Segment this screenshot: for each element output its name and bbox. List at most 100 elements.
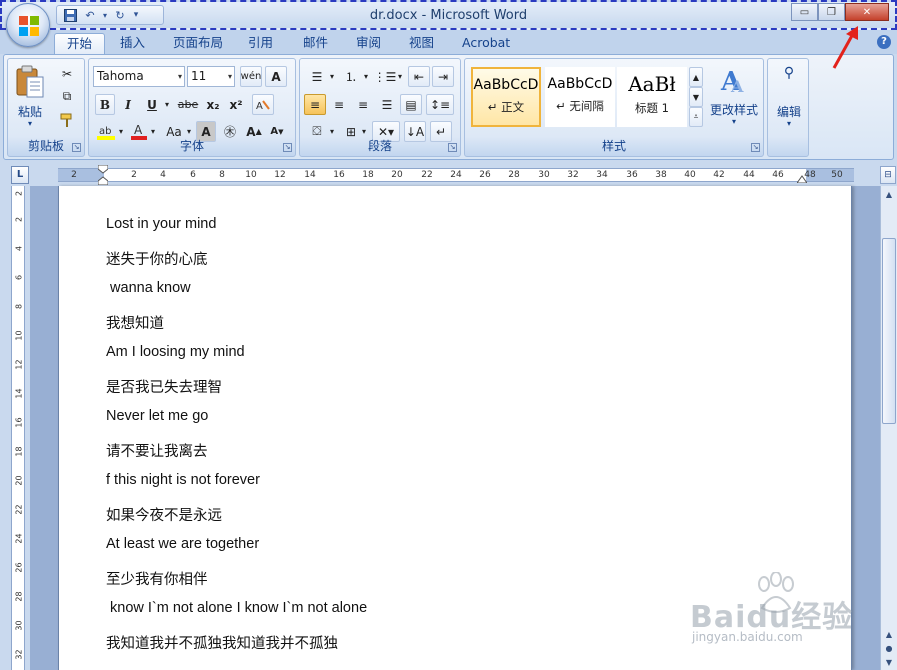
document-line[interactable]: 迷失于你的心底	[106, 248, 208, 269]
numbering-dropdown-icon[interactable]: ▾	[362, 66, 370, 87]
bullets-dropdown-icon[interactable]: ▾	[328, 66, 336, 87]
document-line[interactable]: Am I loosing my mind	[106, 344, 245, 360]
svg-text:ab: ab	[99, 126, 111, 137]
change-styles-button[interactable]: A A 更改样式 ▾	[707, 65, 761, 135]
tab-home[interactable]: 开始	[54, 33, 106, 54]
document-line[interactable]: Never let me go	[106, 408, 208, 424]
styles-scroll-down-icon[interactable]: ▼	[689, 87, 703, 107]
editing-dropdown-icon[interactable]: ▾	[770, 119, 808, 128]
font-group-label: 字体	[179, 139, 204, 153]
vertical-ruler[interactable]: 2 2 4 6 8 10 12 14 16 18 20 22 24 26 28 …	[11, 186, 25, 670]
tab-selector-icon[interactable]: L	[11, 166, 29, 184]
minimize-button[interactable]: ▭	[791, 3, 818, 21]
ruler-tick: 18	[362, 170, 374, 180]
customize-qat-icon[interactable]: ▾	[131, 7, 141, 23]
paste-button[interactable]: 粘贴 ▾	[14, 63, 46, 133]
change-styles-dropdown-icon[interactable]: ▾	[707, 117, 761, 126]
multilevel-dropdown-icon[interactable]: ▾	[396, 66, 404, 87]
align-left-icon[interactable]: ≡	[304, 94, 326, 115]
underline-button[interactable]: U	[142, 94, 162, 115]
align-center-icon[interactable]: ≡	[328, 94, 350, 115]
close-button[interactable]: ✕	[845, 3, 889, 21]
cut-icon[interactable]: ✂	[58, 63, 76, 84]
document-line[interactable]: wanna know	[106, 280, 191, 296]
clipboard-group: 粘贴 ▾ ✂ ⧉ 剪贴板 ↘	[7, 58, 85, 157]
clear-formatting-icon[interactable]: A	[252, 94, 274, 115]
ruler-tick: 22	[421, 170, 433, 180]
paragraph-launcher-icon[interactable]: ↘	[448, 143, 457, 152]
document-line[interactable]: 我知道我并不孤独我知道我并不孤独	[106, 632, 338, 653]
first-line-indent-marker-icon[interactable]	[98, 165, 108, 185]
tab-insert[interactable]: 插入	[108, 33, 157, 54]
change-styles-label: 更改样式	[709, 103, 758, 117]
multilevel-list-icon[interactable]: ⋮☰	[372, 66, 398, 87]
bullets-icon[interactable]: ☰	[304, 66, 330, 87]
font-size-dropdown-icon[interactable]: ▾	[228, 67, 232, 86]
redo-icon[interactable]: ↻	[111, 7, 129, 23]
styles-launcher-icon[interactable]: ↘	[751, 143, 760, 152]
document-line[interactable]: f this night is not forever	[106, 472, 260, 488]
paste-dropdown-icon[interactable]: ▾	[14, 119, 46, 128]
ruler-tick: 32	[567, 170, 579, 180]
align-right-icon[interactable]: ≡	[352, 94, 374, 115]
bold-button[interactable]: B	[95, 94, 115, 115]
document-line[interactable]: Lost in your mind	[106, 216, 216, 232]
distributed-icon[interactable]: ▤	[400, 94, 422, 115]
editing-button[interactable]: ⚲ 编辑 ▾	[770, 63, 808, 143]
document-line[interactable]: 至少我有你相伴	[106, 568, 208, 589]
document-line[interactable]: 如果今夜不是永远	[106, 504, 222, 525]
style-heading-1[interactable]: AaBł 标题 1	[617, 67, 687, 127]
document-line[interactable]: 我想知道	[106, 312, 164, 333]
undo-icon[interactable]: ↶	[81, 7, 99, 23]
view-ruler-icon[interactable]: ⊟	[880, 166, 896, 184]
style-normal[interactable]: AaBbCcD ↵ 正文	[471, 67, 541, 127]
ruler-tick: 36	[626, 170, 638, 180]
help-icon[interactable]: ?	[877, 35, 891, 49]
scroll-up-icon[interactable]: ▲	[882, 188, 896, 202]
document-line[interactable]: 是否我已失去理智	[106, 376, 222, 397]
font-size-combo[interactable]: 11 ▾	[187, 66, 235, 87]
office-button[interactable]	[6, 3, 50, 47]
justify-icon[interactable]: ☰	[376, 94, 398, 115]
strikethrough-button[interactable]: abe	[175, 94, 201, 115]
document-line[interactable]: 请不要让我离去	[106, 440, 208, 461]
clipboard-launcher-icon[interactable]: ↘	[72, 143, 81, 152]
tab-view[interactable]: 视图	[397, 33, 446, 54]
tab-acrobat[interactable]: Acrobat	[450, 33, 522, 54]
style-no-spacing[interactable]: AaBbCcD ↵ 无间隔	[545, 67, 615, 127]
underline-dropdown-icon[interactable]: ▾	[162, 94, 172, 115]
styles-scroll-up-icon[interactable]: ▲	[689, 67, 703, 87]
tab-mailings[interactable]: 邮件	[291, 33, 340, 54]
format-painter-icon[interactable]	[58, 109, 76, 130]
font-name-combo[interactable]: Tahoma ▾	[93, 66, 185, 87]
horizontal-ruler[interactable]: 2 2 4 6 8 10 12 14 16 18 20 22 24 26 28 …	[58, 168, 854, 182]
right-indent-marker-icon[interactable]	[797, 173, 807, 183]
restore-button[interactable]: ❐	[818, 3, 845, 21]
numbering-icon[interactable]: ⒈	[338, 66, 364, 87]
increase-indent-icon[interactable]: ⇥	[432, 66, 454, 87]
ruler-tick: 6	[14, 274, 24, 281]
copy-icon[interactable]: ⧉	[58, 86, 76, 107]
tab-review[interactable]: 审阅	[344, 33, 393, 54]
character-border-icon[interactable]: A	[265, 66, 287, 87]
italic-button[interactable]: I	[118, 94, 138, 115]
decrease-indent-icon[interactable]: ⇤	[408, 66, 430, 87]
ruler-tick: 34	[596, 170, 608, 180]
document-line[interactable]: know I`m not alone I know I`m not alone	[106, 600, 367, 616]
tab-page-layout[interactable]: 页面布局	[161, 33, 235, 54]
styles-more-icon[interactable]: ⩡	[689, 107, 703, 127]
font-launcher-icon[interactable]: ↘	[283, 143, 292, 152]
undo-dropdown-icon[interactable]: ▾	[101, 7, 109, 23]
tab-references[interactable]: 引用	[236, 33, 285, 54]
superscript-button[interactable]: x²	[225, 94, 247, 115]
phonetic-guide-icon[interactable]: wén	[240, 66, 262, 87]
font-name-dropdown-icon[interactable]: ▾	[178, 67, 182, 86]
line-spacing-icon[interactable]: ↕≡	[426, 94, 454, 115]
ruler-tick: 12	[14, 359, 24, 370]
ruler-tick: 4	[160, 170, 166, 180]
scroll-thumb[interactable]	[882, 238, 896, 424]
save-icon[interactable]	[61, 7, 79, 23]
document-line[interactable]: At least we are together	[106, 536, 259, 552]
ruler-tick: 10	[14, 330, 24, 341]
subscript-button[interactable]: x₂	[202, 94, 224, 115]
